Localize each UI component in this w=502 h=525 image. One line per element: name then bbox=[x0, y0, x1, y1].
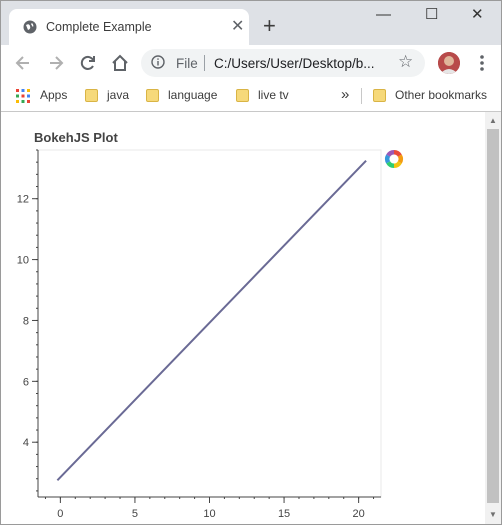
avatar-icon bbox=[438, 52, 460, 74]
y-tick-label: 4 bbox=[23, 437, 29, 449]
bookmarks-overflow-chevron[interactable]: » bbox=[341, 86, 349, 103]
bookmarks-bar: Apps java language live tv » Other bookm… bbox=[1, 81, 501, 112]
folder-icon bbox=[146, 89, 159, 102]
address-bar[interactable]: File C:/Users/User/Desktop/b... bbox=[141, 49, 425, 77]
y-tick-label: 6 bbox=[23, 376, 29, 388]
apps-grid-icon[interactable] bbox=[16, 89, 30, 103]
reload-icon[interactable] bbox=[78, 53, 98, 73]
home-icon[interactable] bbox=[110, 53, 130, 73]
folder-icon bbox=[236, 89, 249, 102]
minimize-button[interactable]: — bbox=[376, 7, 391, 23]
x-tick-label: 20 bbox=[353, 508, 365, 520]
tab-title: Complete Example bbox=[46, 20, 152, 34]
x-tick-label: 10 bbox=[203, 508, 215, 520]
close-window-button[interactable]: ✕ bbox=[471, 7, 484, 23]
bookmark-other-bookmarks[interactable]: Other bookmarks bbox=[395, 88, 487, 102]
folder-icon bbox=[373, 89, 386, 102]
bookmark-java[interactable]: java bbox=[107, 88, 129, 102]
scroll-down-arrow-icon[interactable]: ▼ bbox=[489, 510, 497, 519]
profile-avatar[interactable] bbox=[438, 52, 460, 74]
folder-icon bbox=[85, 89, 98, 102]
tab-close-icon[interactable]: ✕ bbox=[231, 19, 244, 35]
kebab-menu-icon[interactable] bbox=[474, 54, 490, 72]
globe-icon bbox=[23, 20, 37, 34]
address-divider bbox=[204, 55, 205, 71]
bookmarks-divider bbox=[361, 88, 362, 104]
bokeh-logo-icon[interactable] bbox=[384, 149, 404, 169]
tab-complete-example[interactable]: Complete Example ✕ bbox=[9, 9, 249, 45]
info-icon[interactable] bbox=[151, 55, 165, 69]
browser-window: Complete Example ✕ + — ☐ ✕ File C:/Users… bbox=[0, 0, 502, 525]
scroll-up-arrow-icon[interactable]: ▲ bbox=[489, 116, 497, 125]
series-line-0 bbox=[56, 159, 367, 481]
vertical-scrollbar[interactable]: ▲ ▼ bbox=[485, 112, 501, 524]
bookmark-language[interactable]: language bbox=[168, 88, 217, 102]
tab-strip: Complete Example ✕ + — ☐ ✕ bbox=[1, 1, 501, 45]
new-tab-button[interactable]: + bbox=[263, 15, 276, 37]
x-tick-label: 15 bbox=[278, 508, 290, 520]
back-arrow-icon[interactable] bbox=[13, 53, 33, 73]
forward-arrow-icon[interactable] bbox=[46, 53, 66, 73]
page-content: BokehJS Plot 4 6 8 10 12 0 5 10 15 20 bbox=[1, 112, 485, 524]
y-tick-label: 8 bbox=[23, 315, 29, 327]
y-tick-label: 12 bbox=[17, 194, 29, 206]
bookmark-apps[interactable]: Apps bbox=[40, 88, 67, 102]
bookmark-live-tv[interactable]: live tv bbox=[258, 88, 289, 102]
scroll-thumb[interactable] bbox=[487, 129, 499, 503]
x-tick-label: 5 bbox=[132, 508, 138, 520]
y-tick-label: 10 bbox=[17, 255, 29, 267]
maximize-button[interactable]: ☐ bbox=[425, 7, 438, 23]
file-scheme-label: File bbox=[176, 56, 198, 71]
bokeh-plot[interactable]: 4 6 8 10 12 0 5 10 15 20 bbox=[1, 112, 485, 524]
url-text[interactable]: C:/Users/User/Desktop/b... bbox=[214, 56, 375, 71]
bookmark-star-icon[interactable]: ☆ bbox=[398, 53, 413, 71]
x-tick-label: 0 bbox=[57, 508, 63, 520]
browser-toolbar: File C:/Users/User/Desktop/b... ☆ bbox=[1, 45, 501, 81]
